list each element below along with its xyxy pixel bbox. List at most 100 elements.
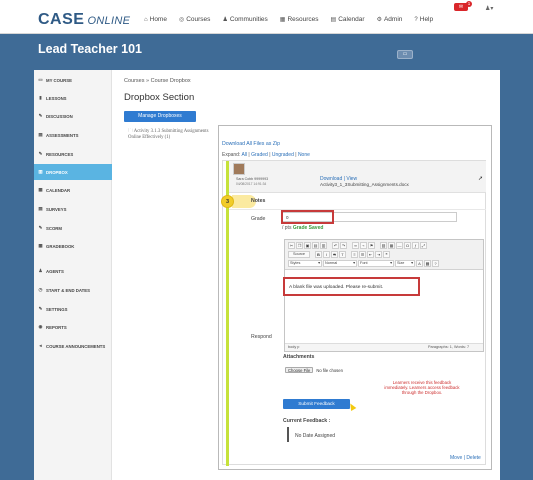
sidebar-item-dropbox[interactable]: ▥ DROPBOX xyxy=(34,164,112,180)
italic-icon[interactable]: I xyxy=(323,251,330,258)
styles-select[interactable]: Styles ▾ xyxy=(288,260,322,267)
pin-icon[interactable]: ➚ xyxy=(478,175,483,182)
chevron-down-icon: ▾ xyxy=(353,261,355,265)
size-select[interactable]: Size ▾ xyxy=(395,260,415,267)
editor-highlight-box xyxy=(283,277,420,296)
notes-label: Notes xyxy=(251,198,266,204)
expand-ungraded-link[interactable]: Ungraded xyxy=(272,152,294,158)
bg-color-icon[interactable]: ▩ xyxy=(424,260,431,267)
nav-home[interactable]: ⌂ Home xyxy=(144,16,167,23)
strike-icon[interactable]: S xyxy=(331,251,338,258)
settings-icon: ✎ xyxy=(38,306,43,311)
source-label: Source xyxy=(292,252,306,256)
course-title: Lead Teacher 101 xyxy=(38,42,142,56)
nav-label: Communities xyxy=(229,16,268,23)
sidebar-item-surveys[interactable]: ▤ SURVEYS xyxy=(34,202,112,216)
download-all-link[interactable]: Download All Files as Zip xyxy=(222,141,280,147)
undo-icon[interactable]: ↶ xyxy=(332,242,339,249)
sidebar-item-course-announcements[interactable]: ◂ COURSE ANNOUNCEMENTS xyxy=(34,339,112,353)
image-icon[interactable]: ▨ xyxy=(380,242,387,249)
user-menu-button[interactable]: ♟▾ xyxy=(485,5,493,12)
sidebar-item-label: CALENDAR xyxy=(46,187,71,193)
paste-icon[interactable]: ▣ xyxy=(304,242,311,249)
nav-communities[interactable]: ♟ Communities xyxy=(222,16,267,23)
grade-highlight-box xyxy=(281,210,334,224)
communities-icon: ♟ xyxy=(222,17,228,23)
nav-courses[interactable]: ◎ Courses xyxy=(179,16,210,23)
main-content: Courses » Course Dropbox Dropbox Section… xyxy=(122,70,500,480)
chevron-down-icon: ▾ xyxy=(411,261,413,265)
nav-admin[interactable]: ⚙ Admin xyxy=(377,16,403,23)
move-link[interactable]: Move xyxy=(450,455,462,461)
expand-all-link[interactable]: All xyxy=(241,152,247,158)
sidebar-item-discussion[interactable]: ✎ DISCUSSION xyxy=(34,109,112,123)
assignment-link[interactable]: 🗀 Activity 3.1.3 Submitting Assignments … xyxy=(128,129,214,140)
submit-feedback-button[interactable]: Submit Feedback xyxy=(283,399,350,409)
font-select[interactable]: Font ▾ xyxy=(358,260,394,267)
move-delete-links: Move | Delete xyxy=(450,455,481,461)
sidebar-item-start-end-dates[interactable]: ◷ START & END DATES xyxy=(34,283,112,297)
text-color-icon[interactable]: A xyxy=(416,260,423,267)
format-select[interactable]: Normal ▾ xyxy=(323,260,357,267)
resources-icon: ▦ xyxy=(279,17,286,23)
gradebook-icon: ▦ xyxy=(38,243,43,248)
cut-icon[interactable]: ✂ xyxy=(288,242,295,249)
expand-none-link[interactable]: None xyxy=(298,152,310,158)
source-button[interactable]: Source xyxy=(288,251,310,258)
assessments-icon: ▤ xyxy=(38,132,43,137)
nav-resources[interactable]: ▦ Resources xyxy=(280,16,319,23)
help-icon[interactable]: ? xyxy=(432,260,439,267)
nav-calendar[interactable]: ▤ Calendar xyxy=(331,16,365,23)
collapse-button[interactable]: ▭ xyxy=(397,50,413,59)
feedback-editor[interactable]: ✂ ❐ ▣ ▤ ▥ ↶ ↷ ∞ ⌁ ⚑ ▨ ▦ ― Ω ƒ ⤢ Source B… xyxy=(283,239,484,352)
word-count: Paragraphs: 1, Words: 7 xyxy=(428,345,470,349)
sidebar-item-calendar[interactable]: ▦ CALENDAR xyxy=(34,183,112,197)
special-char-icon[interactable]: Ω xyxy=(404,242,411,249)
grading-frame: Download All Files as Zip Expand: All | … xyxy=(218,125,492,470)
remove-format-icon[interactable]: T xyxy=(339,251,346,258)
hr-icon[interactable]: ― xyxy=(396,242,403,249)
case-online-logo[interactable]: CASE ONLINE xyxy=(38,11,130,29)
numbered-list-icon[interactable]: ≡ xyxy=(351,251,358,258)
calendar-icon: ▦ xyxy=(38,187,43,192)
pointer-cursor-icon xyxy=(347,401,357,412)
table-icon[interactable]: ▦ xyxy=(388,242,395,249)
sidebar-item-settings[interactable]: ✎ SETTINGS xyxy=(34,302,112,316)
attachments-label: Attachments xyxy=(283,354,315,360)
grade-label: Grade xyxy=(251,216,266,222)
sidebar-item-label: GRADEBOOK xyxy=(46,243,75,249)
sidebar-item-label: REPORTS xyxy=(46,324,67,330)
submission-date: 04/08/2017 14:91:34 xyxy=(236,182,267,186)
redo-icon[interactable]: ↷ xyxy=(340,242,347,249)
paste-text-icon[interactable]: ▤ xyxy=(312,242,319,249)
manage-dropboxes-button[interactable]: Manage Dropboxes xyxy=(124,111,196,122)
delete-link[interactable]: Delete xyxy=(466,455,480,461)
anchor-icon[interactable]: ⚑ xyxy=(368,242,375,249)
choose-file-button[interactable]: Choose File xyxy=(285,367,314,373)
indent-icon[interactable]: ⇥ xyxy=(375,251,382,258)
bullet-list-icon[interactable]: ☰ xyxy=(359,251,366,258)
sidebar-item-resources[interactable]: ✎ RESOURCES xyxy=(34,147,112,161)
sidebar-item-my-course[interactable]: ▭ MY COURSE xyxy=(34,73,112,87)
maximize-icon[interactable]: ⤢ xyxy=(420,242,427,249)
unlink-icon[interactable]: ⌁ xyxy=(360,242,367,249)
paste-word-icon[interactable]: ▥ xyxy=(320,242,327,249)
blockquote-icon[interactable]: ❝ xyxy=(383,251,390,258)
bold-icon[interactable]: B xyxy=(315,251,322,258)
submission-card: Sara Cobb 9999993 04/08/2017 14:91:34 Do… xyxy=(221,160,486,466)
formula-icon[interactable]: ƒ xyxy=(412,242,419,249)
sidebar-item-assessments[interactable]: ▤ ASSESSMENTS xyxy=(34,128,112,142)
sidebar-item-agents[interactable]: ♟ AGENTS xyxy=(34,264,112,278)
link-icon[interactable]: ∞ xyxy=(352,242,359,249)
sidebar-item-reports[interactable]: ◉ REPORTS xyxy=(34,320,112,334)
breadcrumb[interactable]: Courses » Course Dropbox xyxy=(124,78,191,84)
sidebar-item-scorm[interactable]: ✎ SCORM xyxy=(34,221,112,235)
divider xyxy=(229,209,486,210)
outdent-icon[interactable]: ⇤ xyxy=(367,251,374,258)
copy-icon[interactable]: ❐ xyxy=(296,242,303,249)
nav-help[interactable]: ? Help xyxy=(414,16,433,23)
expand-graded-link[interactable]: Graded xyxy=(251,152,268,158)
sidebar-item-label: LESSONS xyxy=(46,95,67,101)
sidebar-item-gradebook[interactable]: ▦ GRADEBOOK xyxy=(34,239,112,253)
sidebar-item-lessons[interactable]: ▮ LESSONS xyxy=(34,91,112,105)
